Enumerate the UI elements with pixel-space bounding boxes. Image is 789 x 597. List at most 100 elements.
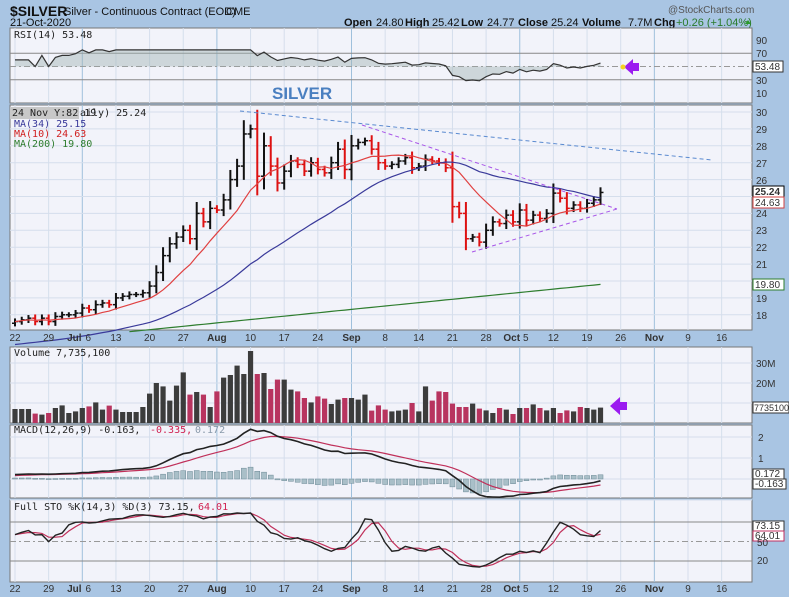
volume-bar — [564, 410, 570, 423]
volume-bar — [503, 409, 509, 423]
volume-bar — [416, 411, 422, 423]
axis-tick: 1 — [758, 454, 764, 465]
volume-bar — [133, 412, 139, 423]
axis-tick: 19 — [756, 294, 768, 305]
volume-bar — [301, 398, 307, 423]
macd-histogram-bar — [214, 471, 220, 480]
macd-histogram-bar — [227, 471, 234, 480]
macd-histogram-bar — [550, 475, 557, 480]
volume-bar — [46, 413, 52, 423]
volume-bar — [490, 413, 496, 423]
macd-histogram-bar — [342, 478, 348, 485]
volume-bar — [328, 404, 334, 423]
volume-bar — [214, 391, 220, 423]
date-label: 12 — [548, 333, 560, 344]
macd-histogram-bar — [200, 471, 207, 480]
macd-histogram-bar — [193, 470, 200, 480]
macd-histogram-bar — [530, 478, 536, 481]
macd-histogram-bar — [315, 478, 321, 485]
macd-histogram-bar — [140, 477, 146, 480]
date-label: 22 — [9, 333, 21, 344]
macd-histogram-bar — [220, 472, 227, 480]
volume-bar — [496, 408, 503, 423]
volume-bar — [550, 408, 556, 423]
macd-histogram-bar — [267, 474, 274, 480]
axis-tick: 30 — [756, 76, 768, 87]
macd-histogram-bar — [429, 478, 436, 485]
volume-bar — [12, 409, 18, 423]
date-label: 12 — [548, 584, 560, 595]
date-label: 24 — [312, 584, 324, 595]
date-label: 27 — [178, 584, 190, 595]
macd-histogram-bar — [436, 478, 442, 484]
instrument-name: Silver - Continuous Contract (EOD) — [64, 6, 236, 18]
volume-value: 7.7M — [628, 17, 652, 29]
macd-histogram-bar — [442, 478, 449, 485]
volume-bar — [274, 379, 281, 423]
volume-bar — [79, 408, 85, 423]
macd-histogram-bar — [25, 477, 32, 480]
date-label: 8 — [382, 584, 388, 595]
macd-histogram-bar — [301, 478, 308, 484]
macd-histogram-bar — [368, 478, 375, 483]
macd-histogram-bar — [355, 478, 361, 483]
axis-tick: 30 — [756, 108, 768, 119]
volume-bar — [523, 408, 530, 423]
volume-bar — [342, 398, 348, 423]
volume-bar — [126, 412, 133, 423]
macd-histogram-bar — [294, 478, 301, 483]
macd-histogram-bar — [261, 471, 267, 480]
macd-histogram-bar — [375, 478, 382, 484]
date-label: 26 — [615, 584, 627, 595]
volume-bar — [483, 410, 489, 423]
volume-bar — [591, 409, 597, 423]
macd-histogram-bar — [570, 475, 577, 480]
axis-tick: 29 — [756, 125, 768, 136]
date-label: Sep — [342, 333, 360, 344]
macd-histogram-bar — [328, 478, 335, 486]
volume-bar — [207, 407, 213, 423]
macd-histogram-bar — [490, 478, 496, 490]
date-label: 9 — [685, 333, 691, 344]
macd-histogram-bar — [133, 476, 139, 480]
macd-histogram-bar — [126, 476, 133, 480]
axis-tick: 20 — [757, 556, 769, 567]
volume-bar — [106, 405, 112, 423]
volume-bar — [537, 408, 543, 423]
volume-bar — [422, 386, 429, 423]
date-label: 13 — [110, 584, 122, 595]
volume-bar — [463, 407, 469, 423]
open-label: Open — [344, 17, 372, 29]
macd-histogram-bar — [382, 478, 388, 485]
annotation-title: SILVER — [272, 84, 332, 103]
macd-histogram-bar — [395, 478, 402, 486]
volume-bar — [120, 412, 126, 423]
volume-bar — [597, 407, 604, 423]
axis-tick: 50 — [757, 538, 769, 549]
volume-bar — [72, 411, 79, 423]
macd-histogram-bar — [234, 470, 240, 480]
volume-bar — [355, 399, 361, 423]
date-label: 14 — [413, 584, 425, 595]
volume-bar — [167, 400, 173, 423]
macd-histogram-bar — [496, 478, 503, 488]
volume-bar — [429, 400, 435, 423]
volume-bar — [315, 396, 321, 423]
macd-hist-legend: 0.172 — [195, 425, 225, 436]
date-label: Nov — [645, 333, 664, 344]
axis-tick: 23 — [756, 226, 768, 237]
axis-tick: 28 — [756, 142, 768, 153]
volume-bar — [362, 394, 368, 423]
volume-bar — [200, 394, 207, 423]
rsi-marker-dot — [620, 64, 626, 70]
macd-histogram-bar — [106, 477, 112, 480]
axis-tick: 18 — [756, 311, 768, 322]
date-label: 28 — [481, 333, 493, 344]
volume-bar — [66, 413, 72, 423]
close-value: 25.24 — [551, 17, 579, 29]
axis-tick: 2 — [758, 433, 764, 444]
ma200-legend: MA(200) 19.80 — [14, 139, 92, 150]
volume-bar — [369, 410, 375, 423]
volume-bar — [153, 383, 159, 423]
volume-bar — [140, 407, 146, 423]
